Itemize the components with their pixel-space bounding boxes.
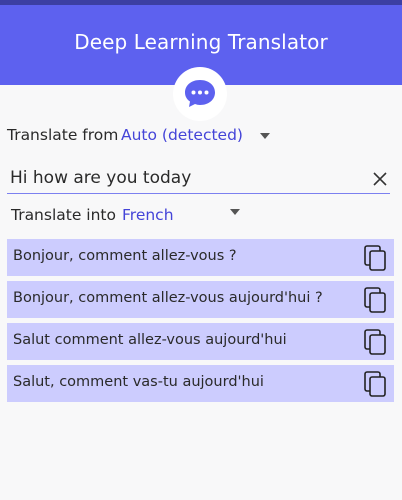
translation-result-card[interactable]: Bonjour, comment allez-vous ? — [7, 239, 394, 276]
copy-icon[interactable] — [364, 245, 386, 271]
text-input-container — [7, 165, 390, 194]
translation-result-text: Salut, comment vas-tu aujourd'hui — [13, 374, 264, 390]
copy-icon[interactable] — [364, 329, 386, 355]
translation-result-card[interactable]: Salut, comment vas-tu aujourd'hui — [7, 365, 394, 402]
copy-icon[interactable] — [364, 371, 386, 397]
app-title: Deep Learning Translator — [74, 30, 328, 54]
chevron-down-icon[interactable] — [230, 209, 240, 215]
translation-result-card[interactable]: Salut comment allez-vous aujourd'hui — [7, 323, 394, 360]
translation-result-text: Salut comment allez-vous aujourd'hui — [13, 332, 287, 348]
translation-result-card[interactable]: Bonjour, comment allez-vous aujourd'hui … — [7, 281, 394, 318]
translation-result-text: Bonjour, comment allez-vous aujourd'hui … — [13, 290, 323, 306]
source-language-select[interactable]: Auto (detected) — [121, 126, 243, 144]
chat-bubble-icon — [185, 80, 215, 107]
copy-icon[interactable] — [364, 287, 386, 313]
translation-result-text: Bonjour, comment allez-vous ? — [13, 248, 237, 264]
target-language-label: Translate into — [11, 206, 116, 224]
source-language-label: Translate from — [7, 126, 119, 144]
chevron-down-icon[interactable] — [260, 133, 270, 139]
close-icon[interactable] — [372, 171, 388, 187]
target-language-select[interactable]: French — [122, 206, 174, 224]
app-logo — [173, 67, 227, 121]
source-text-input[interactable] — [10, 165, 355, 191]
